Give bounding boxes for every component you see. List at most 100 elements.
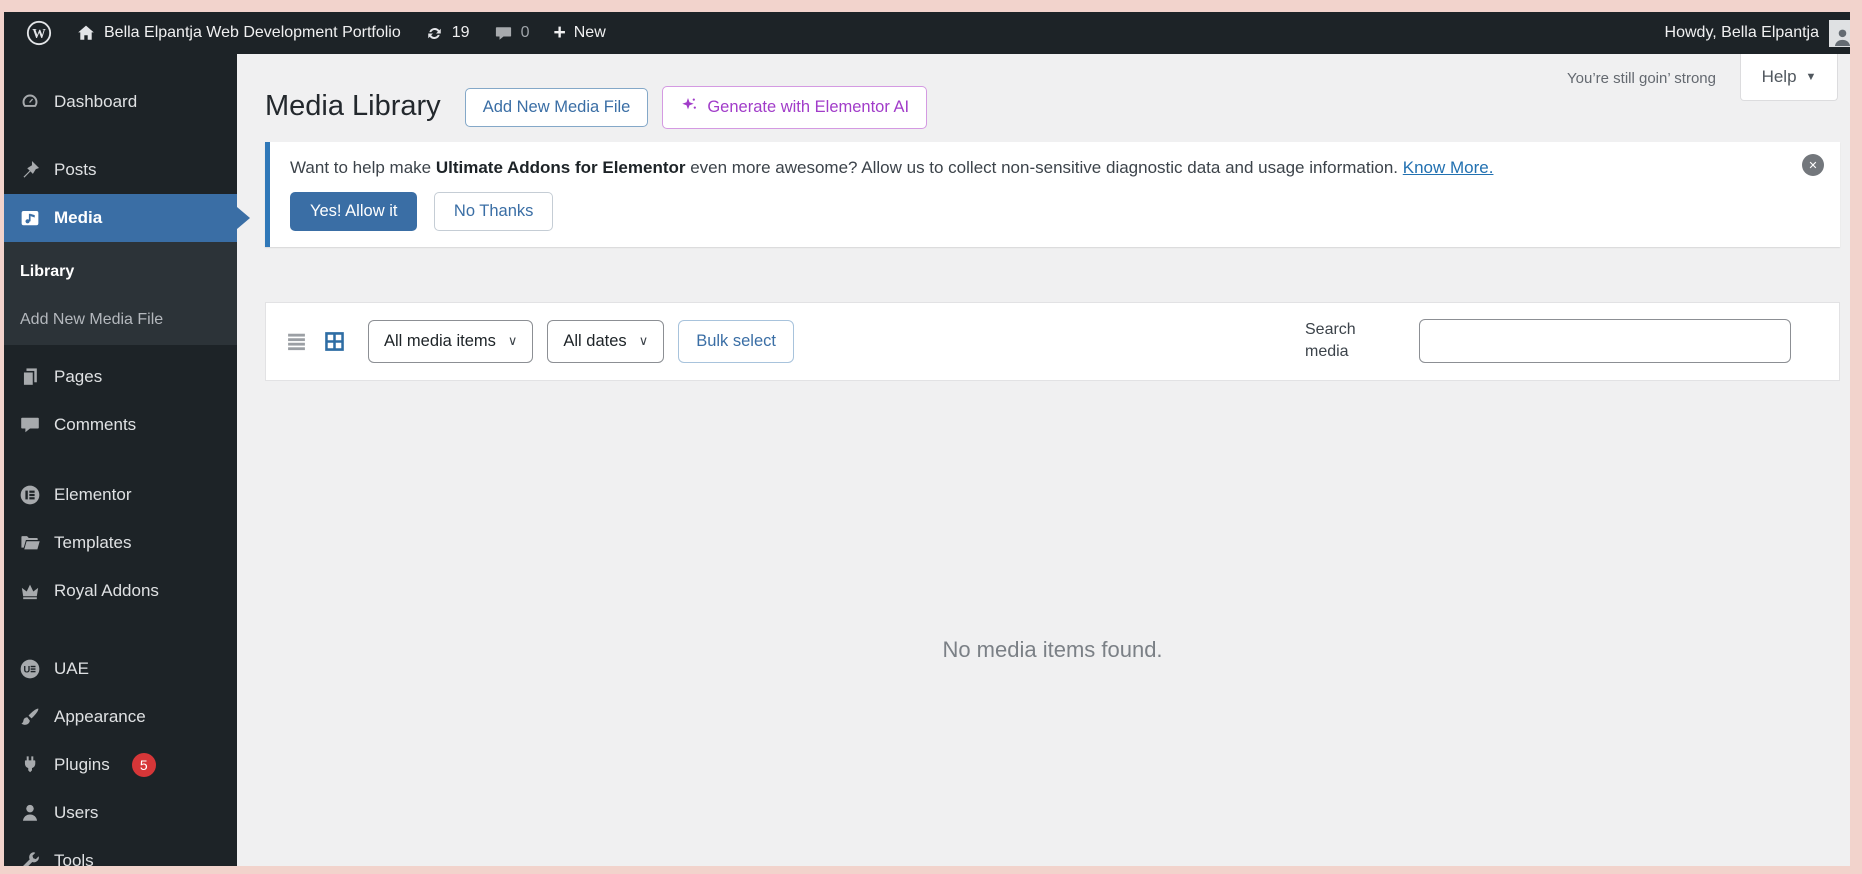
sidebar-item-label: Elementor: [54, 485, 132, 504]
submenu-item-library[interactable]: Library: [4, 254, 237, 290]
comments-menu[interactable]: 0: [482, 12, 542, 54]
sparkle-icon: [680, 96, 698, 119]
notice-text-part: Want to help make: [290, 158, 436, 177]
sidebar-item-plugins[interactable]: Plugins 5: [4, 741, 237, 789]
submenu-item-label: Library: [20, 263, 75, 280]
howdy-label: Howdy, Bella Elpantja: [1664, 24, 1819, 41]
sidebar-item-label: Pages: [54, 367, 103, 386]
chevron-down-icon: ∨: [507, 333, 518, 349]
notice-text-bold: Ultimate Addons for Elementor: [435, 158, 686, 177]
help-label: Help: [1761, 67, 1797, 86]
page-title: Media Library: [265, 90, 441, 123]
sidebar-item-users[interactable]: Users: [4, 789, 237, 837]
paintbrush-icon: [19, 706, 41, 728]
sidebar-item-tools[interactable]: Tools: [4, 837, 237, 866]
page-header: Media Library Add New Media File Generat…: [237, 54, 1850, 129]
media-type-filter-dropdown[interactable]: All media items ∨: [368, 319, 534, 363]
sidebar-item-label: Appearance: [54, 707, 146, 726]
empty-library-message: No media items found.: [942, 636, 1163, 662]
browser-viewport: W Bella Elpantja Web Development Portfol…: [4, 12, 1850, 866]
sidebar-item-posts[interactable]: Posts: [4, 146, 237, 194]
session-note: You’re still goin’ strong: [1567, 70, 1716, 87]
sidebar-item-pages[interactable]: Pages: [4, 353, 237, 401]
sidebar-item-label: UAE: [54, 659, 89, 678]
site-name-label: Bella Elpantja Web Development Portfolio: [104, 24, 401, 41]
comment-icon: [19, 414, 41, 436]
close-icon[interactable]: ✕: [1802, 154, 1824, 176]
sidebar-item-label: Dashboard: [54, 92, 138, 111]
uae-diagnostic-notice: Want to help make Ultimate Addons for El…: [265, 142, 1840, 247]
sidebar-item-label: Royal Addons: [54, 581, 159, 600]
submenu-item-add-new-media-file[interactable]: Add New Media File: [4, 302, 237, 338]
sidebar-item-media[interactable]: Media: [4, 194, 237, 242]
sidebar-item-label: Comments: [54, 415, 137, 434]
sidebar-item-label: Tools: [54, 851, 94, 866]
button-label: Generate with Elementor AI: [707, 97, 910, 116]
date-filter-dropdown[interactable]: All dates ∨: [547, 319, 665, 363]
sidebar-item-label: Posts: [54, 160, 97, 179]
admin-sidebar: Dashboard Posts Media Library Add New Me…: [4, 54, 237, 866]
wordpress-menu[interactable]: W: [14, 12, 64, 54]
wordpress-logo-icon: W: [26, 20, 52, 46]
plus-icon: +: [553, 20, 566, 44]
know-more-link[interactable]: Know More.: [1403, 158, 1494, 177]
list-view-icon[interactable]: [284, 329, 308, 353]
site-name-link[interactable]: Bella Elpantja Web Development Portfolio: [64, 12, 413, 54]
comments-count: 0: [520, 24, 530, 41]
wp-admin-bar: W Bella Elpantja Web Development Portfol…: [4, 12, 1850, 54]
uae-icon: U: [19, 658, 41, 680]
sidebar-item-comments[interactable]: Comments: [4, 401, 237, 449]
pushpin-icon: [19, 159, 41, 181]
elementor-icon: [19, 484, 41, 506]
dashboard-icon: [19, 91, 41, 113]
media-icon: [19, 207, 41, 229]
allow-diagnostics-button[interactable]: Yes! Allow it: [290, 192, 418, 231]
sidebar-item-label: Plugins: [54, 755, 110, 774]
updates-icon: [425, 24, 444, 43]
deny-diagnostics-button[interactable]: No Thanks: [433, 192, 554, 231]
main-content: You’re still goin’ strong Help ▼ Media L…: [237, 54, 1850, 866]
svg-text:W: W: [32, 26, 46, 41]
chevron-down-icon: ∨: [638, 333, 649, 349]
grid-view-icon[interactable]: [322, 329, 346, 353]
sidebar-item-uae[interactable]: U UAE: [4, 645, 237, 693]
svg-text:U: U: [24, 664, 31, 674]
crown-icon: [19, 580, 41, 602]
search-media-label: Search media: [1305, 321, 1356, 361]
account-menu[interactable]: Howdy, Bella Elpantja: [1665, 12, 1850, 54]
dropdown-value: All dates: [563, 331, 627, 350]
updates-menu[interactable]: 19: [413, 12, 482, 54]
wrench-icon: [19, 850, 41, 866]
comment-bubble-icon: [494, 24, 513, 43]
add-new-media-file-button[interactable]: Add New Media File: [464, 87, 649, 127]
home-icon: [76, 23, 96, 43]
pages-icon: [19, 366, 41, 388]
media-submenu: Library Add New Media File: [4, 242, 237, 345]
submenu-item-label: Add New Media File: [20, 311, 164, 328]
avatar: [1829, 19, 1850, 47]
notice-text-part: even more awesome? Allow us to collect n…: [685, 158, 1403, 177]
sidebar-item-dashboard[interactable]: Dashboard: [4, 78, 237, 126]
help-tab[interactable]: Help ▼: [1740, 54, 1838, 101]
dropdown-value: All media items: [384, 331, 496, 350]
active-menu-arrow: [237, 207, 250, 229]
sidebar-item-elementor[interactable]: Elementor: [4, 471, 237, 519]
plug-icon: [19, 754, 41, 776]
bulk-select-button[interactable]: Bulk select: [678, 319, 794, 363]
plugins-update-badge: 5: [131, 753, 156, 777]
search-media-group: Search media: [1305, 319, 1821, 364]
chevron-down-icon: ▼: [1805, 71, 1817, 83]
notice-text: Want to help make Ultimate Addons for El…: [290, 158, 1788, 178]
folder-icon: [19, 532, 41, 554]
sidebar-item-appearance[interactable]: Appearance: [4, 693, 237, 741]
sidebar-item-templates[interactable]: Templates: [4, 519, 237, 567]
sidebar-item-royal-addons[interactable]: Royal Addons: [4, 567, 237, 615]
search-media-input[interactable]: [1419, 319, 1791, 364]
user-icon: [19, 802, 41, 824]
new-content-menu[interactable]: + New: [541, 12, 617, 54]
generate-with-elementor-ai-button[interactable]: Generate with Elementor AI: [662, 85, 928, 129]
sidebar-item-label: Templates: [54, 533, 132, 552]
button-label: Add New Media File: [482, 97, 631, 116]
sidebar-item-label: Users: [54, 803, 99, 822]
updates-count: 19: [451, 24, 470, 41]
